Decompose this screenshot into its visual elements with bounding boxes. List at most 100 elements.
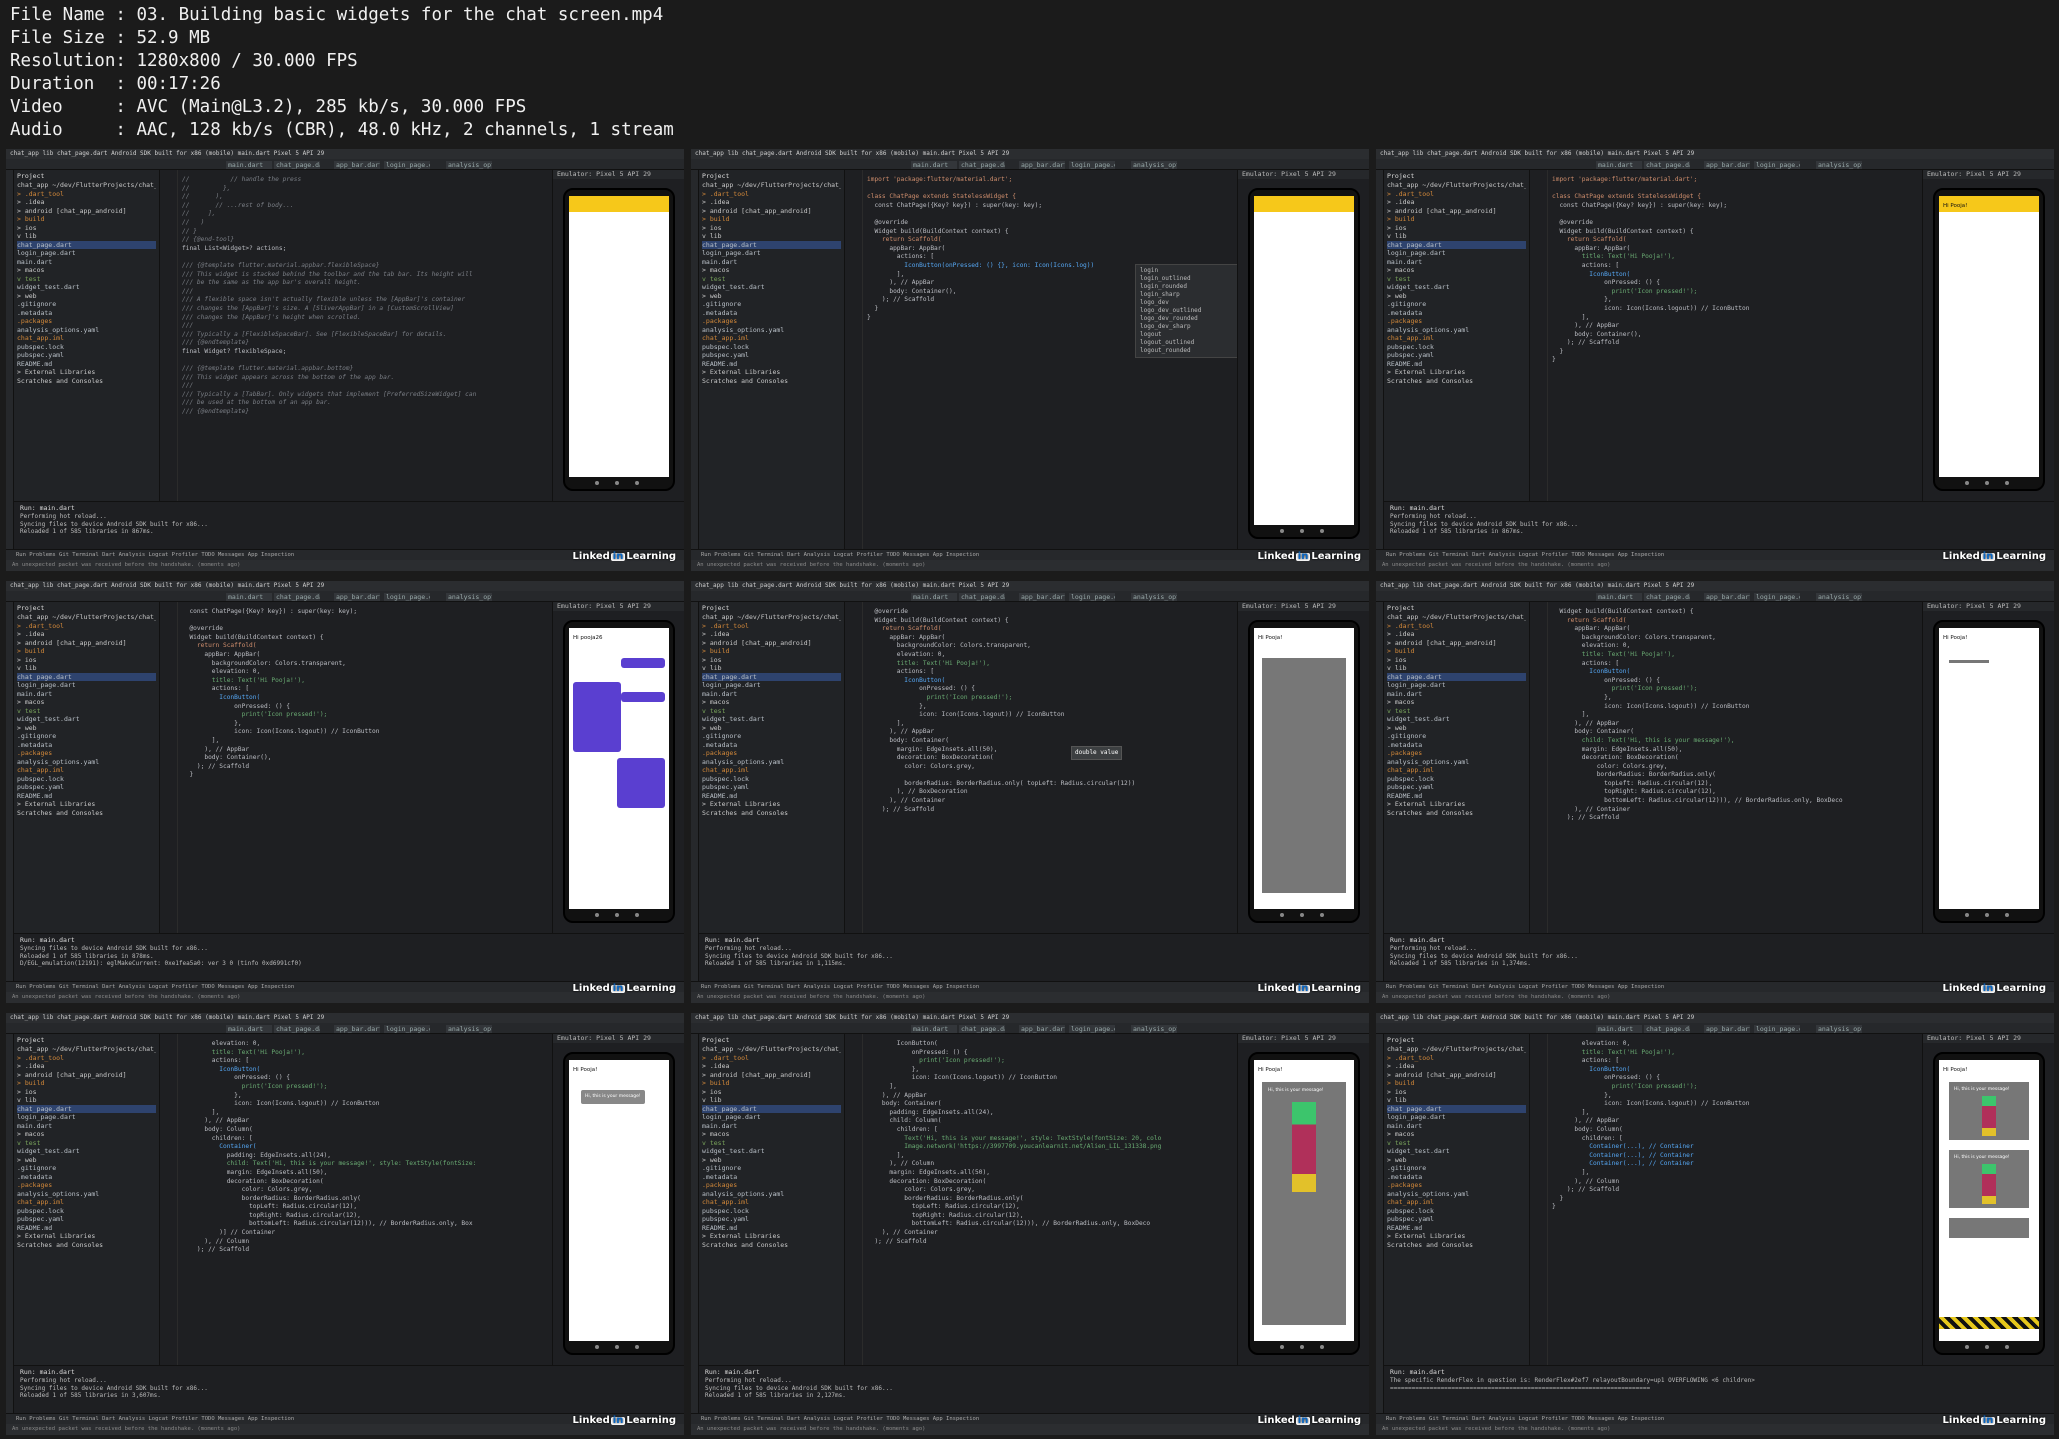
project-tree-item[interactable]: chat_page.dart xyxy=(1387,672,1526,681)
project-tree-item[interactable]: chat_app ~/dev/FlutterProjects/chat_app xyxy=(1387,1045,1526,1054)
project-tree-item[interactable]: > macos xyxy=(17,698,156,707)
project-tree-item[interactable]: > ios xyxy=(17,656,156,665)
project-tree-item[interactable]: v test xyxy=(702,275,841,284)
autocomplete-item[interactable]: logo_dev xyxy=(1140,299,1237,307)
run-console-header[interactable]: Run: main.dart xyxy=(1390,936,2048,945)
editor-tab[interactable]: analysis_options.yaml xyxy=(1816,161,1862,169)
project-tree-item[interactable]: analysis_options.yaml xyxy=(702,758,841,767)
project-tree-item[interactable]: chat_page.dart xyxy=(702,672,841,681)
project-tree-item[interactable]: widget_test.dart xyxy=(17,1147,156,1156)
project-tree-item[interactable]: chat_page.dart xyxy=(702,1104,841,1113)
project-tree-item[interactable]: > android [chat_app_android] xyxy=(1387,207,1526,216)
project-tree-item[interactable]: Scratches and Consoles xyxy=(17,1241,156,1250)
editor-tab[interactable]: main.dart xyxy=(911,1025,957,1033)
project-tree-item[interactable]: > ios xyxy=(702,656,841,665)
run-console-header[interactable]: Run: main.dart xyxy=(705,936,1363,945)
project-tree-item[interactable]: > External Libraries xyxy=(17,1232,156,1241)
project-tree-item[interactable]: .packages xyxy=(17,749,156,758)
project-tree-item[interactable]: pubspec.yaml xyxy=(702,783,841,792)
project-tree-item[interactable]: main.dart xyxy=(702,690,841,699)
autocomplete-popup[interactable]: login login_outlined login_rounded login_sh… xyxy=(1135,264,1237,358)
project-tree-item[interactable]: > ios xyxy=(17,224,156,233)
project-tree-item[interactable]: > build xyxy=(17,1079,156,1088)
editor-tab[interactable]: main.dart xyxy=(226,1025,272,1033)
project-tree-item[interactable]: pubspec.lock xyxy=(702,775,841,784)
autocomplete-item[interactable]: logout_rounded xyxy=(1140,347,1237,355)
project-tree-item[interactable]: .metadata xyxy=(702,1173,841,1182)
project-tree-item[interactable]: > External Libraries xyxy=(702,1232,841,1241)
project-tree-item[interactable]: v test xyxy=(1387,1139,1526,1148)
code-editor[interactable]: const ChatPage({Key? key}) : super(key: … xyxy=(160,602,552,933)
editor-tab[interactable]: login_page.dart xyxy=(384,593,430,601)
code-editor[interactable]: IconButton( onPressed: () { print('Icon … xyxy=(845,1034,1237,1365)
project-tree-item[interactable]: login_page.dart xyxy=(1387,681,1526,690)
project-tree-item[interactable]: .gitignore xyxy=(1387,732,1526,741)
editor-tab[interactable]: app_bar.dart xyxy=(1019,1025,1065,1033)
project-tree-item[interactable]: v lib xyxy=(17,232,156,241)
project-tree-item[interactable]: pubspec.yaml xyxy=(1387,351,1526,360)
project-tree-item[interactable]: > .dart_tool xyxy=(702,622,841,631)
editor-tab[interactable]: app_bar.dart xyxy=(1704,1025,1750,1033)
run-console-header[interactable]: Run: main.dart xyxy=(20,1368,678,1377)
project-tree-item[interactable]: > build xyxy=(1387,215,1526,224)
project-tree-item[interactable]: README.md xyxy=(702,1224,841,1233)
project-tree-item[interactable]: > web xyxy=(1387,1156,1526,1165)
project-tree-item[interactable]: .metadata xyxy=(17,1173,156,1182)
project-tree-item[interactable]: > build xyxy=(702,215,841,224)
project-tree-item[interactable]: chat_app ~/dev/FlutterProjects/chat_app xyxy=(1387,181,1526,190)
project-tree-item[interactable]: Scratches and Consoles xyxy=(17,377,156,386)
project-tree-item[interactable]: .metadata xyxy=(1387,309,1526,318)
project-tree-item[interactable]: v lib xyxy=(1387,1096,1526,1105)
project-tree-item[interactable]: .packages xyxy=(1387,749,1526,758)
project-tree-item[interactable]: > web xyxy=(702,292,841,301)
project-tree-item[interactable]: > ios xyxy=(17,1088,156,1097)
project-tree-item[interactable]: pubspec.lock xyxy=(17,343,156,352)
code-editor[interactable]: Widget build(BuildContext context) { ret… xyxy=(1530,602,1922,933)
project-tree-item[interactable]: > web xyxy=(17,292,156,301)
editor-tab[interactable]: main.dart xyxy=(911,593,957,601)
project-tree-item[interactable]: > android [chat_app_android] xyxy=(702,207,841,216)
editor-tab[interactable]: chat_page.dart xyxy=(959,1025,1005,1033)
project-tree-item[interactable]: chat_app ~/dev/FlutterProjects/chat_app xyxy=(17,613,156,622)
project-tree-item[interactable]: > android [chat_app_android] xyxy=(702,1071,841,1080)
project-tree-item[interactable]: chat_page.dart xyxy=(702,240,841,249)
project-tree-item[interactable]: v lib xyxy=(1387,664,1526,673)
project-tree-item[interactable]: > .idea xyxy=(17,198,156,207)
project-tree-item[interactable]: > ios xyxy=(1387,224,1526,233)
project-tree-item[interactable]: .packages xyxy=(17,317,156,326)
project-tree-item[interactable]: > External Libraries xyxy=(17,800,156,809)
code-editor[interactable]: // // handle the press// },// ),// // ..… xyxy=(160,170,552,501)
project-tree-item[interactable]: > External Libraries xyxy=(702,800,841,809)
project-tree-item[interactable]: > android [chat_app_android] xyxy=(1387,639,1526,648)
project-tree-item[interactable]: > External Libraries xyxy=(17,368,156,377)
run-console-header[interactable]: Run: main.dart xyxy=(1390,504,2048,513)
project-panel-header[interactable]: Project xyxy=(1387,604,1526,613)
editor-tab[interactable]: analysis_options.yaml xyxy=(1131,161,1177,169)
project-tree-item[interactable]: > External Libraries xyxy=(1387,368,1526,377)
project-tree-item[interactable]: widget_test.dart xyxy=(17,715,156,724)
project-tree-item[interactable]: v lib xyxy=(702,1096,841,1105)
project-tree-item[interactable]: chat_page.dart xyxy=(1387,1104,1526,1113)
project-tree-item[interactable]: chat_app ~/dev/FlutterProjects/chat_app xyxy=(702,613,841,622)
project-tree-item[interactable]: > macos xyxy=(1387,1130,1526,1139)
project-tree-item[interactable]: .metadata xyxy=(702,309,841,318)
editor-tab[interactable]: chat_page.dart xyxy=(959,593,1005,601)
editor-tab[interactable]: chat_page.dart xyxy=(274,1025,320,1033)
project-tree-item[interactable]: chat_app.iml xyxy=(702,1198,841,1207)
project-tree-item[interactable]: v lib xyxy=(702,664,841,673)
project-tree-item[interactable]: > web xyxy=(702,1156,841,1165)
project-tree-item[interactable]: > .dart_tool xyxy=(1387,622,1526,631)
project-tree-item[interactable]: analysis_options.yaml xyxy=(17,758,156,767)
project-tree-item[interactable]: v test xyxy=(17,1139,156,1148)
project-tree-item[interactable]: chat_app.iml xyxy=(702,766,841,775)
project-tree-item[interactable]: main.dart xyxy=(17,690,156,699)
project-tree-item[interactable]: .gitignore xyxy=(702,300,841,309)
project-tree-item[interactable]: > ios xyxy=(702,224,841,233)
project-tree-item[interactable]: widget_test.dart xyxy=(17,283,156,292)
project-tree-item[interactable]: > macos xyxy=(1387,266,1526,275)
project-tree-item[interactable]: v test xyxy=(702,707,841,716)
autocomplete-item[interactable]: logout_outlined xyxy=(1140,339,1237,347)
project-tree-item[interactable]: > .idea xyxy=(1387,630,1526,639)
project-tree-item[interactable]: Scratches and Consoles xyxy=(702,1241,841,1250)
project-tree-item[interactable]: > .idea xyxy=(1387,1062,1526,1071)
